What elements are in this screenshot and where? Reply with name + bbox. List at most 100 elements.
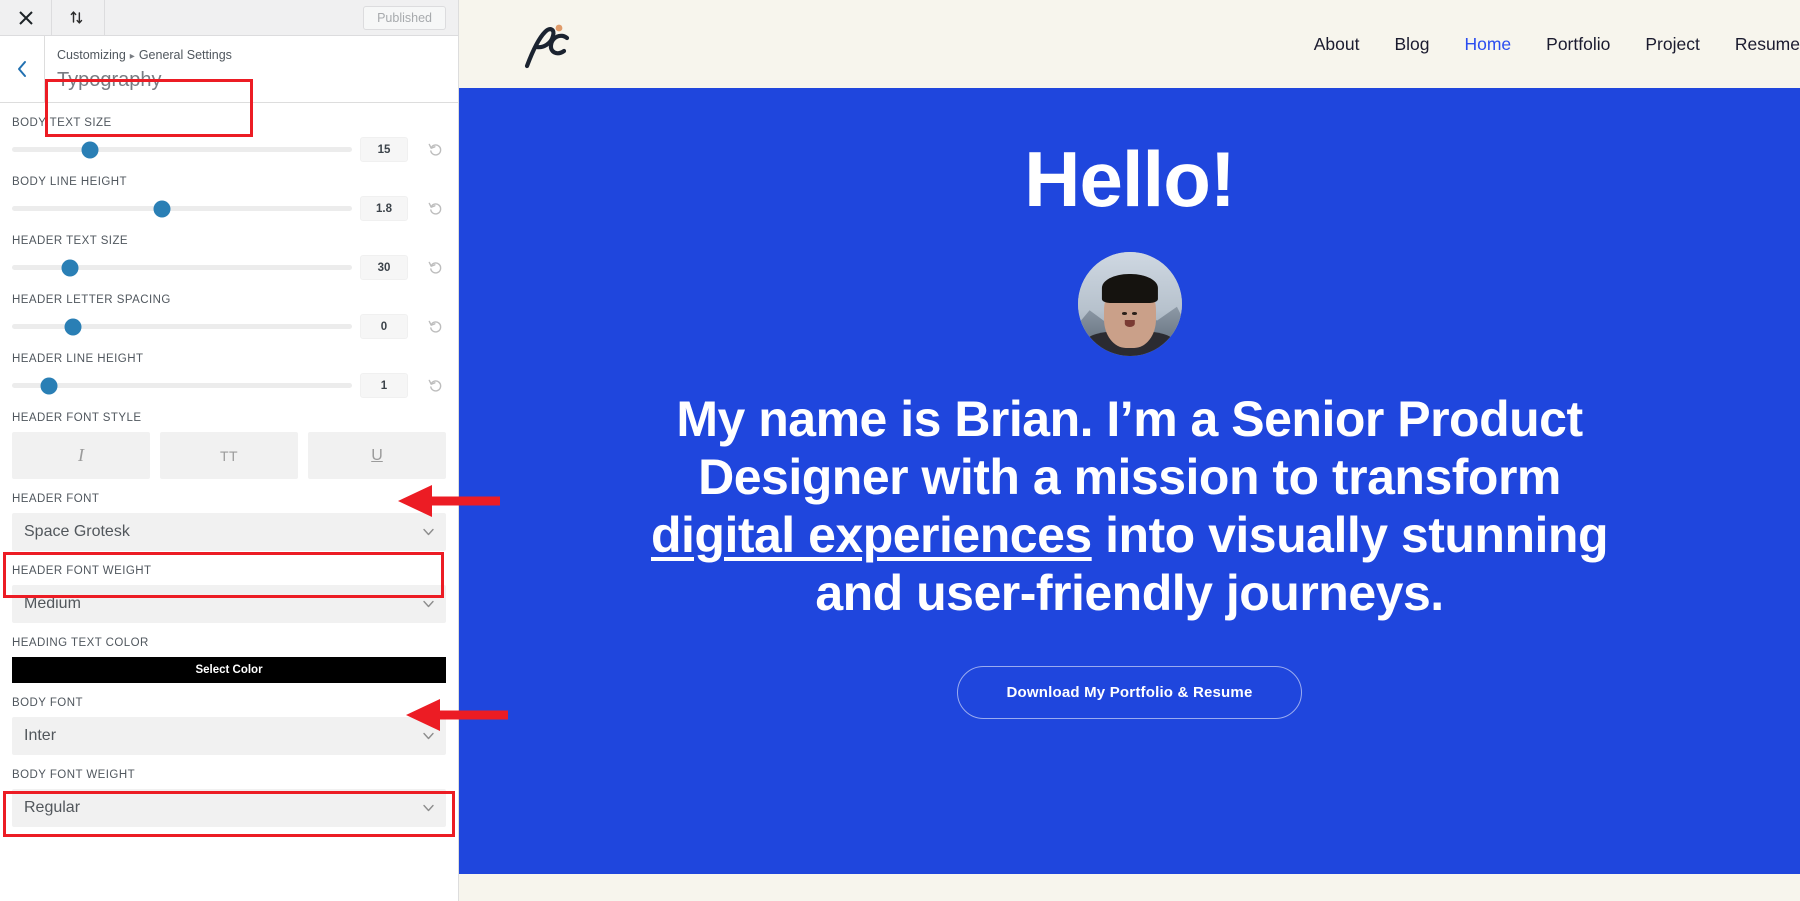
font-style-button-group: I TT U <box>12 432 446 479</box>
control-body-text-size: BODY TEXT SIZE 15 <box>12 117 446 162</box>
control-heading-text-color: HEADING TEXT COLOR Select Color <box>12 637 446 683</box>
customizer-screen: Published Customizing ▸ General Settings T… <box>0 0 1800 901</box>
site-navbar: About Blog Home Portfolio Project Resume <box>459 0 1800 88</box>
slider-track <box>12 141 352 158</box>
control-label: HEADING TEXT COLOR <box>12 637 149 649</box>
slider-row: 30 <box>12 255 446 280</box>
hero-paragraph-underlined: digital experiences <box>650 507 1092 563</box>
breadcrumb-separator-icon: ▸ <box>129 51 135 62</box>
slider-thumb[interactable] <box>81 141 99 158</box>
slider-thumb[interactable] <box>61 259 79 276</box>
body-text-size-slider[interactable] <box>12 141 352 159</box>
control-label: HEADER FONT STYLE <box>12 412 142 424</box>
hero-greeting: Hello! <box>1024 135 1236 223</box>
body-font-select-wrap: Inter <box>12 717 446 755</box>
nav-item-about[interactable]: About <box>1314 34 1360 55</box>
customizer-section-header: Customizing ▸ General Settings Typography <box>0 36 458 137</box>
undo-icon[interactable] <box>424 198 446 220</box>
customizer-panel: Published Customizing ▸ General Settings T… <box>0 0 459 901</box>
body-line-height-value[interactable]: 1.8 <box>360 196 408 221</box>
avatar-mouth <box>1124 320 1135 328</box>
slider-track <box>12 377 352 394</box>
published-button[interactable]: Published <box>363 5 446 30</box>
pc-monogram-logo[interactable] <box>519 16 583 72</box>
breadcrumb-section[interactable]: General Settings <box>139 48 232 62</box>
hero-paragraph-part1: My name is Brian. I’m a Senior Product D… <box>676 391 1583 505</box>
breadcrumb-root[interactable]: Customizing <box>57 48 126 62</box>
slider-thumb[interactable] <box>153 200 171 217</box>
nav-item-portfolio[interactable]: Portfolio <box>1546 34 1610 55</box>
control-header-text-size: HEADER TEXT SIZE 30 <box>12 235 446 280</box>
control-header-letter-spacing: HEADER LETTER SPACING 0 <box>12 294 446 339</box>
chevron-left-icon[interactable] <box>0 36 45 102</box>
slider-track <box>12 318 352 335</box>
header-text-size-value[interactable]: 30 <box>360 255 408 280</box>
header-letter-spacing-slider[interactable] <box>12 318 352 336</box>
header-font-weight-select-wrap: Medium <box>12 585 446 623</box>
body-line-height-slider[interactable] <box>12 200 352 218</box>
header-font-weight-select[interactable]: Medium <box>12 585 446 623</box>
header-letter-spacing-value[interactable]: 0 <box>360 314 408 339</box>
nav-item-home[interactable]: Home <box>1464 34 1511 55</box>
body-font-select[interactable]: Inter <box>12 717 446 755</box>
device-switch-icon[interactable] <box>52 0 105 35</box>
section-header-text: Customizing ▸ General Settings Typography <box>45 36 458 102</box>
hero-paragraph: My name is Brian. I’m a Senior Product D… <box>522 390 1737 622</box>
avatar-eye-right <box>1132 311 1137 315</box>
nav-item-blog[interactable]: Blog <box>1394 34 1429 55</box>
control-label: HEADER FONT <box>12 493 100 505</box>
header-text-size-slider[interactable] <box>12 259 352 277</box>
body-font-weight-select-wrap: Regular <box>12 789 446 827</box>
site-preview: About Blog Home Portfolio Project Resume… <box>459 0 1800 901</box>
slider-row: 0 <box>12 314 446 339</box>
control-header-font-weight: HEADER FONT WEIGHT Medium <box>12 565 446 623</box>
slider-row: 15 <box>12 137 446 162</box>
nav-item-project[interactable]: Project <box>1645 34 1699 55</box>
control-label: BODY FONT WEIGHT <box>12 769 136 781</box>
slider-row: 1 <box>12 373 446 398</box>
select-color-button[interactable]: Select Color <box>12 657 446 683</box>
nav-links: About Blog Home Portfolio Project Resume <box>1314 34 1800 55</box>
profile-avatar <box>1077 252 1182 356</box>
slider-thumb[interactable] <box>40 377 58 394</box>
body-text-size-value[interactable]: 15 <box>360 137 408 162</box>
undo-icon[interactable] <box>424 257 446 279</box>
close-icon[interactable] <box>0 0 52 35</box>
control-label: HEADER FONT WEIGHT <box>12 565 152 577</box>
nav-item-resume[interactable]: Resume <box>1735 34 1800 55</box>
control-label: BODY LINE HEIGHT <box>12 176 127 188</box>
control-label: HEADER LETTER SPACING <box>12 294 171 306</box>
control-body-font-weight: BODY FONT WEIGHT Regular <box>12 769 446 827</box>
control-label: BODY FONT <box>12 697 83 709</box>
uppercase-button[interactable]: TT <box>160 432 298 479</box>
header-line-height-slider[interactable] <box>12 377 352 395</box>
customizer-controls: BODY TEXT SIZE 15 BODY LINE HEIGHT 1.8 H… <box>0 103 458 901</box>
slider-track <box>12 259 352 276</box>
avatar-hair <box>1101 273 1158 303</box>
hero-section: Hello! My name is Brian. I’m a Senior Pr… <box>459 88 1800 874</box>
control-header-line-height: HEADER LINE HEIGHT 1 <box>12 353 446 398</box>
undo-icon[interactable] <box>424 139 446 161</box>
slider-track <box>12 200 352 217</box>
breadcrumb: Customizing ▸ General Settings <box>57 46 458 65</box>
download-portfolio-button[interactable]: Download My Portfolio & Resume <box>957 666 1302 719</box>
control-label: HEADER LINE HEIGHT <box>12 353 144 365</box>
slider-thumb[interactable] <box>64 318 82 335</box>
undo-icon[interactable] <box>424 316 446 338</box>
slider-row: 1.8 <box>12 196 446 221</box>
customizer-topbar: Published <box>0 0 458 36</box>
page-title: Typography <box>57 68 162 91</box>
avatar-eye-left <box>1122 311 1127 315</box>
undo-icon[interactable] <box>424 375 446 397</box>
control-header-font: HEADER FONT Space Grotesk <box>12 493 446 551</box>
body-font-weight-select[interactable]: Regular <box>12 789 446 827</box>
control-body-font: BODY FONT Inter <box>12 697 446 755</box>
italic-button[interactable]: I <box>12 432 150 479</box>
underline-button[interactable]: U <box>308 432 446 479</box>
control-body-line-height: BODY LINE HEIGHT 1.8 <box>12 176 446 221</box>
control-header-font-style: HEADER FONT STYLE I TT U <box>12 412 446 479</box>
header-font-select[interactable]: Space Grotesk <box>12 513 446 551</box>
header-font-select-wrap: Space Grotesk <box>12 513 446 551</box>
header-line-height-value[interactable]: 1 <box>360 373 408 398</box>
